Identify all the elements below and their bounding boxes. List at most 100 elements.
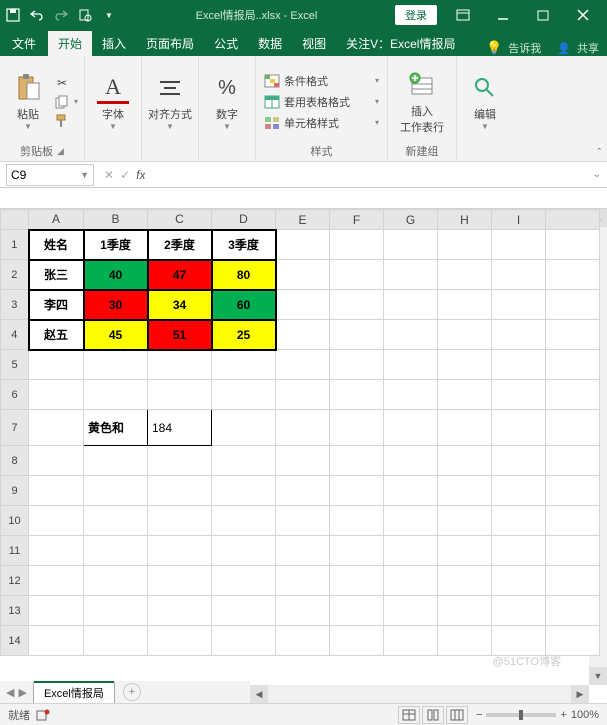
row-header[interactable]: 11	[1, 536, 29, 566]
cell[interactable]	[492, 410, 546, 446]
zoom-level[interactable]: 100%	[571, 709, 599, 721]
tab-home[interactable]: 开始	[48, 31, 92, 56]
cell[interactable]	[330, 596, 384, 626]
cell[interactable]	[148, 566, 212, 596]
tab-page-layout[interactable]: 页面布局	[136, 31, 204, 56]
scroll-left-icon[interactable]: ◀	[250, 685, 268, 703]
format-painter-button[interactable]	[54, 113, 78, 129]
cell[interactable]	[330, 380, 384, 410]
cell[interactable]	[84, 476, 148, 506]
col-header[interactable]: C	[148, 210, 212, 230]
sheet-nav-next-icon[interactable]: ▶	[18, 686, 26, 699]
font-button[interactable]: A 字体 ▼	[91, 72, 135, 131]
tell-me-icon[interactable]: 💡	[486, 40, 502, 56]
cell[interactable]	[276, 476, 330, 506]
col-header[interactable]: B	[84, 210, 148, 230]
col-header[interactable]: D	[212, 210, 276, 230]
row-header[interactable]: 12	[1, 566, 29, 596]
cell[interactable]	[276, 260, 330, 290]
scroll-right-icon[interactable]: ▶	[571, 685, 589, 703]
close-icon[interactable]	[563, 1, 603, 29]
horizontal-scrollbar[interactable]: ◀ ▶	[250, 685, 589, 703]
row-header[interactable]: 13	[1, 596, 29, 626]
tab-insert[interactable]: 插入	[92, 31, 136, 56]
cell[interactable]	[492, 380, 546, 410]
cell[interactable]	[438, 596, 492, 626]
col-header[interactable]: G	[384, 210, 438, 230]
cell[interactable]: 34	[148, 290, 212, 320]
paste-button[interactable]: 粘贴 ▼	[6, 72, 50, 131]
cell[interactable]	[276, 536, 330, 566]
cell[interactable]	[546, 410, 600, 446]
cell[interactable]: 2季度	[148, 230, 212, 260]
cell[interactable]	[212, 380, 276, 410]
cell[interactable]	[29, 536, 84, 566]
col-header[interactable]: A	[29, 210, 84, 230]
collapse-ribbon-icon[interactable]: ˆ	[597, 147, 601, 159]
cell[interactable]	[492, 476, 546, 506]
view-page-break-icon[interactable]	[446, 706, 468, 724]
cell[interactable]: 60	[212, 290, 276, 320]
cell[interactable]	[492, 566, 546, 596]
cell[interactable]	[276, 626, 330, 656]
cell[interactable]	[438, 380, 492, 410]
tab-formulas[interactable]: 公式	[204, 31, 248, 56]
cell[interactable]	[438, 350, 492, 380]
cell[interactable]	[546, 536, 600, 566]
tab-file[interactable]: 文件	[0, 31, 48, 56]
row-header[interactable]: 14	[1, 626, 29, 656]
cell[interactable]	[492, 290, 546, 320]
cell[interactable]	[384, 290, 438, 320]
row-header[interactable]: 1	[1, 230, 29, 260]
row-header[interactable]: 2	[1, 260, 29, 290]
expand-formula-bar-icon[interactable]: ⌄	[593, 169, 607, 180]
cell[interactable]	[84, 446, 148, 476]
macro-record-icon[interactable]	[36, 708, 50, 722]
cell[interactable]	[438, 446, 492, 476]
cell[interactable]	[84, 596, 148, 626]
cell[interactable]	[492, 350, 546, 380]
zoom-in-icon[interactable]: +	[560, 709, 566, 721]
cell[interactable]	[29, 626, 84, 656]
cell[interactable]	[492, 260, 546, 290]
cell[interactable]: 184	[148, 410, 212, 446]
row-header[interactable]: 9	[1, 476, 29, 506]
redo-icon[interactable]	[52, 6, 70, 24]
cell[interactable]	[384, 476, 438, 506]
row-header[interactable]: 7	[1, 410, 29, 446]
cell[interactable]: 80	[212, 260, 276, 290]
cell-styles-button[interactable]: 单元格样式▾	[262, 114, 381, 132]
col-header[interactable]: F	[330, 210, 384, 230]
cell[interactable]: 赵五	[29, 320, 84, 350]
cell[interactable]	[492, 506, 546, 536]
cell[interactable]	[148, 446, 212, 476]
cell[interactable]	[438, 506, 492, 536]
cell[interactable]	[29, 410, 84, 446]
cell[interactable]: 姓名	[29, 230, 84, 260]
cell[interactable]	[384, 626, 438, 656]
cell[interactable]	[438, 410, 492, 446]
row-header[interactable]: 6	[1, 380, 29, 410]
cell[interactable]	[492, 446, 546, 476]
cell[interactable]	[276, 350, 330, 380]
cell[interactable]	[212, 536, 276, 566]
cell[interactable]	[546, 290, 600, 320]
cell[interactable]: 40	[84, 260, 148, 290]
tab-view[interactable]: 视图	[292, 31, 336, 56]
cell[interactable]	[546, 596, 600, 626]
cell[interactable]	[84, 626, 148, 656]
row-header[interactable]: 3	[1, 290, 29, 320]
col-header[interactable]: I	[492, 210, 546, 230]
cell[interactable]: 黄色和	[84, 410, 148, 446]
zoom-out-icon[interactable]: −	[476, 709, 482, 721]
cell[interactable]	[492, 230, 546, 260]
cell[interactable]	[330, 536, 384, 566]
qat-dropdown-icon[interactable]: ▼	[100, 6, 118, 24]
name-box[interactable]: C9▼	[6, 164, 94, 186]
view-page-layout-icon[interactable]	[422, 706, 444, 724]
cell[interactable]	[212, 476, 276, 506]
maximize-icon[interactable]	[523, 1, 563, 29]
cell[interactable]	[384, 350, 438, 380]
new-sheet-icon[interactable]: +	[123, 683, 141, 701]
cell[interactable]	[276, 410, 330, 446]
